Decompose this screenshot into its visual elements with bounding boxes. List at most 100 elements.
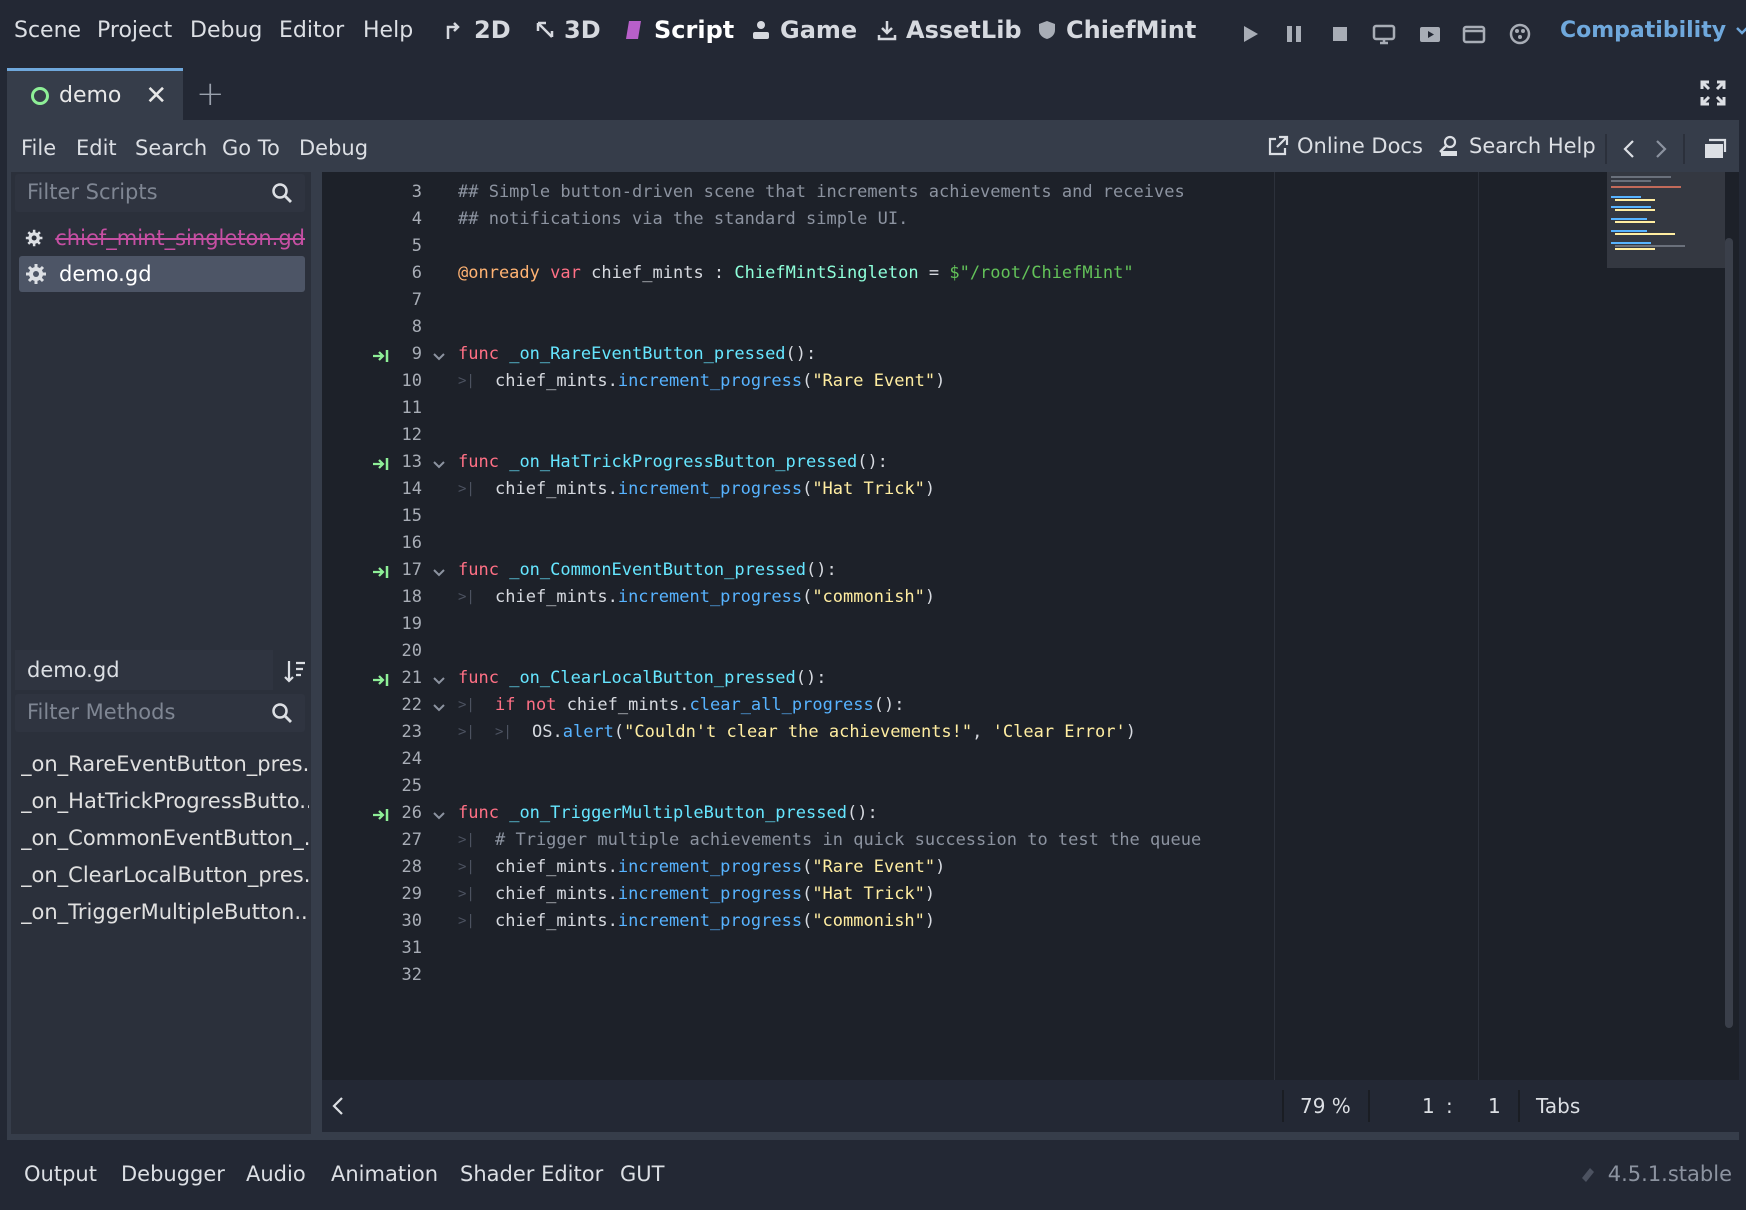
fold-chevron-icon[interactable]: [432, 674, 446, 688]
search-help-button[interactable]: Search Help: [1437, 134, 1596, 158]
token: (: [613, 722, 625, 742]
code-line: chief_mints.increment_progress("Hat Tric…: [495, 479, 935, 499]
bottom-tab-output[interactable]: Output: [24, 1162, 97, 1186]
token: increment_progress: [617, 587, 803, 607]
close-icon[interactable]: ✕: [145, 81, 167, 111]
menu-editor[interactable]: Editor: [279, 18, 344, 43]
signal-connection-icon[interactable]: [372, 457, 390, 471]
sort-icon[interactable]: [283, 658, 307, 684]
fold-chevron-icon[interactable]: [432, 566, 446, 580]
bottom-tab-gut[interactable]: GUT: [620, 1162, 664, 1186]
script-menu-goto[interactable]: Go To: [222, 136, 280, 160]
tab-marker: >|: [495, 724, 512, 740]
token: ():: [806, 560, 837, 580]
signal-connection-icon[interactable]: [372, 808, 390, 822]
scene-tab-demo[interactable]: demo ✕: [7, 68, 183, 120]
workspace-assetlib[interactable]: AssetLib: [876, 16, 1022, 44]
token: "Couldn't clear the achievements!": [624, 722, 973, 742]
remote-debug-icon[interactable]: [1370, 20, 1398, 48]
workspace-game[interactable]: Game: [750, 16, 857, 44]
line-number: 30: [401, 911, 422, 931]
filter-scripts-input[interactable]: Filter Scripts: [15, 174, 305, 212]
code-line: chief_mints.increment_progress("Hat Tric…: [495, 884, 935, 904]
play-icon[interactable]: [1236, 20, 1264, 48]
script-item-chief-mint-singleton[interactable]: chief_mint_singleton.gd: [19, 220, 305, 256]
minimap[interactable]: [1607, 172, 1725, 268]
token: "commonish": [812, 587, 925, 607]
fold-chevron-icon[interactable]: [432, 350, 446, 364]
code-line: chief_mints.increment_progress("commonis…: [495, 911, 935, 931]
script-item-demo[interactable]: demo.gd: [19, 256, 305, 292]
bottom-tab-shader-editor[interactable]: Shader Editor: [460, 1162, 603, 1186]
fullscreen-icon[interactable]: [1700, 80, 1726, 106]
online-docs-button[interactable]: Online Docs: [1267, 134, 1423, 158]
signal-connection-icon[interactable]: [372, 349, 390, 363]
pause-icon[interactable]: [1280, 20, 1308, 48]
token: chief_mints :: [580, 263, 735, 283]
add-scene-icon[interactable]: +: [196, 74, 225, 114]
code-editor[interactable]: 3 4 5 6 7 8 9 10 11 12 13 14 15 16 17 18 19 20 21 22 23 24 25 2…: [322, 172, 1739, 1080]
play-custom-scene-icon[interactable]: [1460, 20, 1488, 48]
line-number: 15: [401, 506, 422, 526]
script-menu-debug[interactable]: Debug: [299, 136, 368, 160]
menu-help[interactable]: Help: [363, 18, 413, 43]
script-menu-file[interactable]: File: [21, 136, 56, 160]
token: _on_RareEventButton_pressed: [509, 344, 786, 364]
method-item[interactable]: _on_CommonEventButton_...: [21, 826, 309, 850]
token: ): [935, 857, 946, 877]
collapse-left-icon[interactable]: [330, 1094, 346, 1118]
bottom-tab-debugger[interactable]: Debugger: [121, 1162, 225, 1186]
zoom-level[interactable]: 79 %: [1300, 1094, 1351, 1118]
guideline: [1478, 172, 1479, 1080]
indent-mode[interactable]: Tabs: [1536, 1094, 1580, 1118]
fold-chevron-icon[interactable]: [432, 701, 446, 715]
workspace-chiefmint[interactable]: ChiefMint: [1036, 16, 1196, 44]
renderer-select[interactable]: Compatibility: [1560, 18, 1746, 43]
bottom-tab-audio[interactable]: Audio: [246, 1162, 306, 1186]
script-menu-edit[interactable]: Edit: [76, 136, 117, 160]
line-number: 16: [401, 533, 422, 553]
token: increment_progress: [617, 479, 803, 499]
menu-debug[interactable]: Debug: [190, 18, 262, 43]
stop-icon[interactable]: [1326, 20, 1354, 48]
signal-connection-icon[interactable]: [372, 565, 390, 579]
line-number: 10: [401, 371, 422, 391]
script-menu-search[interactable]: Search: [135, 136, 207, 160]
2d-icon: [446, 22, 460, 39]
shield-icon: [1039, 21, 1055, 39]
method-item[interactable]: _on_TriggerMultipleButton...: [21, 900, 309, 924]
filter-methods-input[interactable]: Filter Methods: [15, 694, 305, 732]
forward-icon[interactable]: [1653, 138, 1669, 160]
token: ): [935, 371, 946, 391]
tab-marker: >|: [458, 697, 475, 713]
workspace-3d[interactable]: 3D: [534, 16, 601, 44]
signal-connection-icon[interactable]: [372, 673, 390, 687]
vertical-scrollbar[interactable]: [1725, 238, 1733, 1028]
movie-maker-icon[interactable]: [1506, 20, 1534, 48]
fold-chevron-icon[interactable]: [432, 458, 446, 472]
token: OS.: [532, 722, 563, 742]
workspace-2d[interactable]: 2D: [444, 16, 511, 44]
token: func: [458, 803, 499, 823]
code-line: ## Simple button-driven scene that incre…: [458, 182, 1185, 202]
back-icon[interactable]: [1621, 138, 1637, 160]
method-item[interactable]: _on_ClearLocalButton_pres...: [21, 863, 309, 887]
token: ): [1125, 722, 1136, 742]
code-line: if not chief_mints.clear_all_progress():: [495, 695, 904, 715]
line-gutter: 3 4 5 6 7 8 9 10 11 12 13 14 15 16 17 18 19 20 21 22 23 24 25 2…: [322, 172, 445, 1080]
token: chief_mints.: [495, 911, 618, 931]
window-icon[interactable]: [1703, 138, 1727, 160]
menu-scene[interactable]: Scene: [14, 18, 81, 43]
workspace-script[interactable]: Script: [624, 16, 734, 44]
fold-chevron-icon[interactable]: [432, 809, 446, 823]
status-divider: [1368, 1090, 1370, 1122]
play-scene-icon[interactable]: [1416, 20, 1444, 48]
menu-project[interactable]: Project: [97, 18, 172, 43]
token: @onready: [458, 263, 540, 283]
method-item[interactable]: _on_HatTrickProgressButto...: [21, 789, 309, 813]
method-item[interactable]: _on_RareEventButton_pres...: [21, 752, 309, 776]
token: func: [458, 452, 499, 472]
bottom-tab-animation[interactable]: Animation: [331, 1162, 438, 1186]
script-list-panel: Filter Scripts chief_mint_singleton.gd d…: [11, 172, 311, 1134]
token: "Hat Trick": [812, 884, 925, 904]
